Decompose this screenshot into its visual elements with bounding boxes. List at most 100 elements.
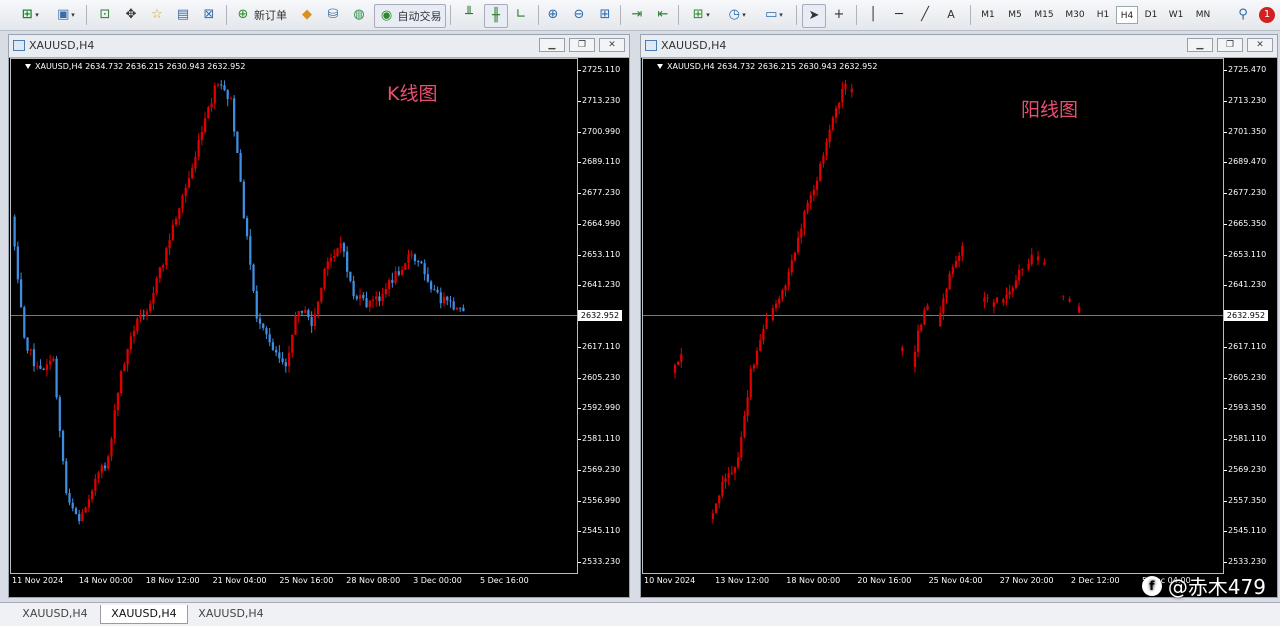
timeframe-h1[interactable]: H1 <box>1092 6 1114 24</box>
price-plot-area[interactable]: XAUUSD,H4 2634.732 2636.215 2630.943 263… <box>10 58 578 574</box>
text-tool[interactable]: A <box>940 4 962 26</box>
price-label: 2665.350 <box>1228 218 1267 228</box>
candle-body <box>48 360 52 365</box>
search-button[interactable]: ⚲ <box>1232 4 1254 26</box>
price-label: 2700.990 <box>582 126 621 136</box>
candle-body <box>992 302 995 307</box>
chart-window-bullish[interactable]: XAUUSD,H4 ▁ ❐ ✕ XAUUSD,H4 2634.732 2636.… <box>640 34 1278 598</box>
candle-body <box>329 257 333 262</box>
horizontal-line-tool[interactable]: ─ <box>888 4 910 26</box>
candle-body <box>1002 299 1005 303</box>
candlestick-button[interactable]: ╫ <box>484 4 508 28</box>
candle-body <box>123 364 126 372</box>
candle-body <box>413 254 417 262</box>
minimize-button[interactable]: ▁ <box>539 38 565 52</box>
bar-chart-button[interactable]: ╨ <box>458 4 480 26</box>
indicators-button[interactable]: ⊞ ▾ <box>684 4 716 26</box>
templates-button[interactable]: ▭ ▾ <box>756 4 790 26</box>
cursor-tool[interactable]: ➤ <box>802 4 826 28</box>
price-label: 2545.110 <box>1228 526 1267 536</box>
timeframe-h4[interactable]: H4 <box>1116 6 1138 24</box>
candlestick-icon: ╫ <box>492 8 500 23</box>
market-button[interactable]: ⛁ <box>322 4 344 26</box>
chart-tab[interactable]: XAUUSD,H4 <box>188 605 274 623</box>
price-label: 2664.990 <box>582 218 621 228</box>
new-order-button[interactable]: ⊕ 新订单 <box>232 4 290 26</box>
minimize-icon: ▁ <box>548 40 556 50</box>
autotrade-button[interactable]: ◉ 自动交易 <box>374 4 446 28</box>
window-titlebar[interactable]: XAUUSD,H4 ▁ ❐ ✕ <box>9 35 629 58</box>
chart-window-candlestick[interactable]: XAUUSD,H4 ▁ ❐ ✕ XAUUSD,H4 2634.732 2636.… <box>8 34 630 598</box>
close-button[interactable]: ✕ <box>1247 38 1273 52</box>
tile-windows-button[interactable]: ⊞ <box>594 4 616 26</box>
candle-body <box>743 415 746 437</box>
candle-body <box>429 281 433 290</box>
timeframe-mn[interactable]: MN <box>1190 6 1216 24</box>
time-axis[interactable]: 11 Nov 2024 14 Nov 00:00 18 Nov 12:00 21 No… <box>10 574 578 590</box>
trendline-tool[interactable]: ╱ <box>914 4 936 26</box>
candle-body <box>727 473 730 478</box>
candle-body <box>420 261 423 264</box>
alerts-button[interactable]: 1 <box>1256 4 1278 26</box>
periods-button[interactable]: ◷ ▾ <box>720 4 752 26</box>
minimize-button[interactable]: ▁ <box>1187 38 1213 52</box>
auto-scroll-button[interactable]: ⇥ <box>626 4 648 26</box>
candle-body <box>755 350 759 366</box>
restore-button[interactable]: ❐ <box>1217 38 1243 52</box>
terminal-button[interactable]: ▤ <box>172 4 194 26</box>
signals-button[interactable]: ◍ <box>348 4 370 26</box>
candle-body <box>300 310 304 313</box>
candle-body <box>923 309 926 325</box>
crosshair-icon: + <box>833 7 845 22</box>
chart-tab-active[interactable]: XAUUSD,H4 <box>100 605 188 624</box>
strategy-tester-button[interactable]: ⊠ <box>198 4 220 26</box>
vertical-line-tool[interactable]: │ <box>862 4 884 26</box>
candle-body <box>724 477 727 482</box>
metaeditor-button[interactable]: ◆ <box>296 4 318 26</box>
candle-body <box>32 349 36 367</box>
price-label: 2641.230 <box>1228 280 1267 290</box>
close-button[interactable]: ✕ <box>599 38 625 52</box>
crosshair-tool[interactable]: + <box>828 4 850 26</box>
candle-body <box>139 315 142 319</box>
restore-button[interactable]: ❐ <box>569 38 595 52</box>
timeframe-m1[interactable]: M1 <box>976 6 1000 24</box>
candle-body <box>39 365 42 369</box>
window-titlebar[interactable]: XAUUSD,H4 ▁ ❐ ✕ <box>641 35 1277 58</box>
zoom-in-button[interactable]: ⊕ <box>542 4 564 26</box>
price-label: 2593.350 <box>1228 403 1267 413</box>
profiles-button[interactable]: ▣ ▾ <box>50 4 80 26</box>
candle-body <box>762 328 765 341</box>
price-plot-area[interactable]: XAUUSD,H4 2634.732 2636.215 2630.943 263… <box>642 58 1224 574</box>
navigator-button[interactable]: ☆ <box>146 4 168 26</box>
candle-body <box>339 243 342 249</box>
line-chart-button[interactable]: ∟ <box>510 4 532 26</box>
market-watch-button[interactable]: ⊡ <box>94 4 116 26</box>
new-order-icon: ⊕ <box>237 7 249 22</box>
new-chart-button[interactable]: ⊞ ▾ <box>14 4 44 26</box>
timeframe-w1[interactable]: W1 <box>1164 6 1188 24</box>
chart-shift-button[interactable]: ⇤ <box>652 4 674 26</box>
time-axis[interactable]: 10 Nov 2024 13 Nov 12:00 18 Nov 00:00 20 No… <box>642 574 1224 590</box>
candle-body <box>822 155 825 164</box>
chart-tab[interactable]: XAUUSD,H4 <box>12 605 98 623</box>
candle-body <box>787 272 790 286</box>
timeframe-m15[interactable]: M15 <box>1030 6 1058 24</box>
candle-body <box>158 267 162 279</box>
timeframe-d1[interactable]: D1 <box>1140 6 1162 24</box>
candle-body <box>442 296 446 304</box>
candle-body <box>310 317 313 327</box>
zoom-out-button[interactable]: ⊖ <box>568 4 590 26</box>
chart-window-icon <box>13 40 25 51</box>
watermark-logo-icon: f <box>1141 575 1162 596</box>
templates-icon: ▭ <box>765 7 778 22</box>
chevron-down-icon: ▾ <box>742 11 746 19</box>
price-axis[interactable]: 2725.470 2713.230 2701.350 2689.470 2677.230… <box>1224 58 1274 574</box>
candle-body <box>828 129 831 143</box>
timeframe-m5[interactable]: M5 <box>1002 6 1028 24</box>
price-axis[interactable]: 2725.110 2713.230 2700.990 2689.110 2677.230… <box>578 58 626 574</box>
candle-body <box>262 323 265 329</box>
data-window-button[interactable]: ✥ <box>120 4 142 26</box>
price-label: 2545.110 <box>582 526 621 536</box>
timeframe-m30[interactable]: M30 <box>1060 6 1090 24</box>
